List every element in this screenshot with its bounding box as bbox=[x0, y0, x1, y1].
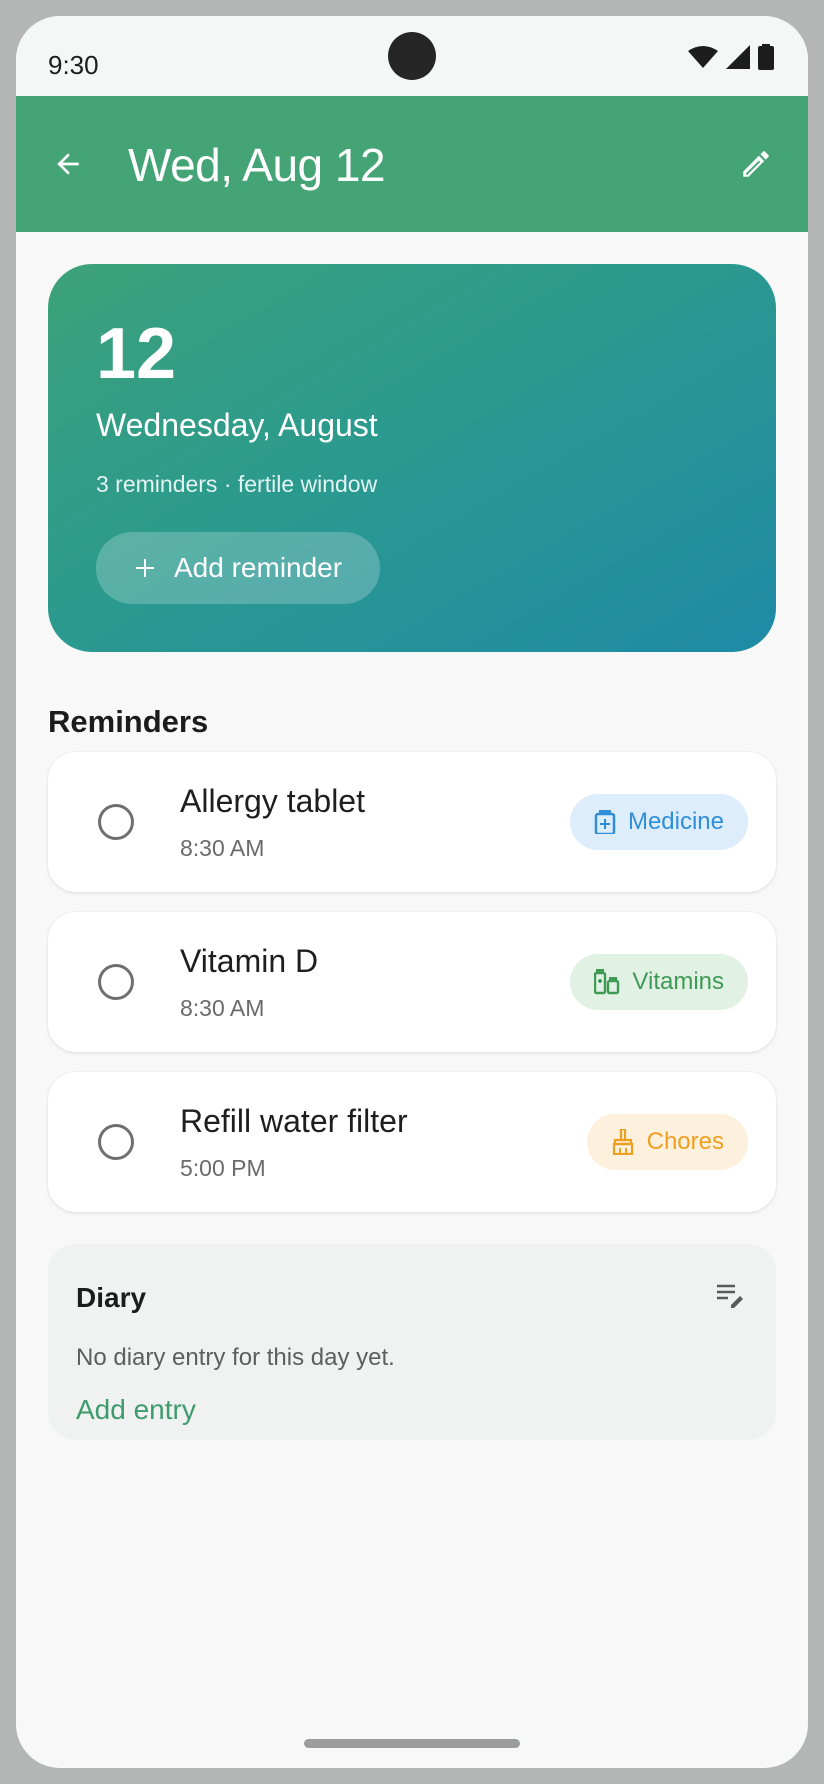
status-icons bbox=[688, 44, 774, 70]
add-reminder-button[interactable]: Add reminder bbox=[96, 532, 380, 604]
category-tag: Chores bbox=[586, 1114, 748, 1170]
reminder-card[interactable]: Refill water filter 5:00 PM Chores bbox=[48, 1072, 776, 1212]
complete-radio[interactable] bbox=[98, 964, 134, 1000]
reminders-heading: Reminders bbox=[48, 704, 209, 739]
add-reminder-label: Add reminder bbox=[174, 552, 343, 583]
reminder-time: 5:00 PM bbox=[180, 1155, 266, 1181]
back-button[interactable] bbox=[42, 138, 94, 190]
day-number: 12 bbox=[96, 314, 177, 394]
reminder-title: Vitamin D bbox=[180, 943, 319, 979]
category-label: Chores bbox=[646, 1128, 724, 1155]
page-title: Wed, Aug 12 bbox=[128, 139, 386, 191]
diary-empty-text: No diary entry for this day yet. bbox=[76, 1344, 395, 1371]
reminder-time: 8:30 AM bbox=[180, 995, 265, 1021]
complete-radio[interactable] bbox=[98, 1124, 134, 1160]
complete-radio[interactable] bbox=[98, 804, 134, 840]
reminder-title: Refill water filter bbox=[180, 1103, 408, 1139]
cellular-signal-icon bbox=[726, 45, 750, 69]
medicine-box-icon bbox=[594, 810, 616, 834]
status-time: 9:30 bbox=[48, 50, 99, 80]
add-entry-link[interactable]: Add entry bbox=[76, 1394, 196, 1426]
vitamins-bottles-icon bbox=[594, 969, 620, 995]
category-label: Medicine bbox=[627, 808, 724, 835]
battery-icon bbox=[758, 44, 774, 70]
diary-card: Diary No diary entry for this day yet. A… bbox=[48, 1244, 776, 1440]
notes-edit-icon bbox=[717, 1284, 743, 1308]
reminder-time: 8:30 AM bbox=[180, 835, 265, 861]
day-summary-card: 12 Wednesday, August 3 reminders · ferti… bbox=[48, 264, 776, 652]
reminder-card[interactable]: Allergy tablet 8:30 AM Medicine bbox=[48, 752, 776, 892]
wifi-icon bbox=[688, 46, 718, 68]
phone-screen: 9:30 Wed, Aug 12 12 Wednesday, August 3 … bbox=[16, 16, 808, 1768]
edit-button[interactable] bbox=[730, 138, 782, 190]
category-label: Vitamins bbox=[632, 968, 724, 995]
reminder-title: Allergy tablet bbox=[180, 783, 365, 819]
reminder-card[interactable]: Vitamin D 8:30 AM Vitamins bbox=[48, 912, 776, 1052]
plus-icon bbox=[136, 559, 154, 577]
camera-cutout bbox=[388, 32, 436, 80]
category-tag: Medicine bbox=[569, 794, 748, 850]
broom-icon bbox=[612, 1129, 633, 1155]
status-bar: 9:30 bbox=[16, 16, 808, 96]
pencil-icon bbox=[743, 151, 769, 177]
arrow-back-icon bbox=[57, 153, 79, 175]
category-tag: Vitamins bbox=[570, 954, 748, 1010]
diary-edit-button[interactable] bbox=[712, 1278, 748, 1314]
home-indicator[interactable] bbox=[304, 1739, 520, 1748]
day-meta: 3 reminders · fertile window bbox=[96, 471, 378, 497]
diary-title: Diary bbox=[76, 1282, 147, 1313]
weekday-month: Wednesday, August bbox=[96, 407, 378, 443]
app-bar: Wed, Aug 12 bbox=[16, 96, 808, 232]
